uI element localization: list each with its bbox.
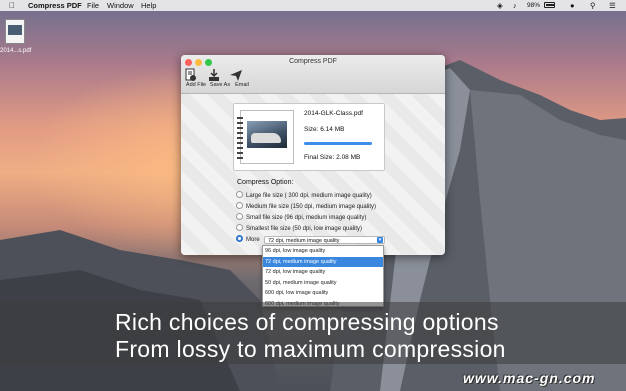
chevron-down-icon: ▾	[377, 237, 383, 243]
binder-spiral-icon	[237, 117, 243, 161]
notification-center-icon[interactable]: ☰	[609, 0, 616, 11]
option-label: Medium file size (150 dpi, medium image …	[246, 204, 377, 210]
add-file-icon	[185, 68, 196, 81]
compression-progress-bar	[304, 142, 372, 145]
dropdown-item-selected[interactable]: 72 dpi, medium image quality	[263, 256, 383, 267]
menu-app-name[interactable]: Compress PDF	[28, 0, 82, 11]
option-large[interactable]: Large file size ( 300 dpi, medium image …	[236, 191, 372, 199]
option-label: Large file size ( 300 dpi, medium image …	[246, 193, 372, 199]
file-name: 2014-GLK-Class.pdf	[304, 110, 363, 117]
compress-pdf-window: Compress PDF Add File Save As Email 2014…	[181, 55, 445, 255]
option-label: More	[246, 237, 260, 243]
pdf-thumbnail	[237, 110, 294, 164]
compress-option-title: Compress Option:	[237, 179, 294, 186]
dropdown-item[interactable]: 600 dpi, low image quality	[263, 288, 383, 299]
option-smallest[interactable]: Smallest file size (50 dpi, low image qu…	[236, 224, 362, 232]
caption-line-1: Rich choices of compressing options	[115, 309, 499, 335]
option-label: Small file size (96 dpi, medium image qu…	[246, 215, 367, 221]
dropdown-item[interactable]: 72 dpi, low image quality	[263, 267, 383, 278]
add-file-label: Add File	[185, 82, 207, 88]
email-button[interactable]: Email	[229, 68, 255, 88]
save-as-icon	[209, 69, 219, 81]
desktop-file-label[interactable]: 2014...s.pdf	[0, 48, 31, 54]
watermark: www.mac-gn.com	[463, 370, 596, 386]
radio-button[interactable]	[236, 202, 243, 209]
radio-button[interactable]	[236, 224, 243, 231]
email-label: Email	[235, 82, 249, 88]
add-file-button[interactable]: Add File	[183, 68, 209, 88]
option-more[interactable]: More	[236, 235, 260, 243]
menu-help[interactable]: Help	[141, 0, 156, 11]
dropdown-item[interactable]: 96 dpi, low image quality	[263, 246, 383, 257]
window-content: 2014-GLK-Class.pdf Size: 6.14 MB Final S…	[181, 94, 445, 255]
more-options-select[interactable]: 72 dpi, medium image quality ▾	[264, 236, 385, 244]
volume-icon[interactable]: ♪	[513, 0, 517, 11]
spotlight-icon[interactable]: ⚲	[590, 0, 596, 11]
file-size: Size: 6.14 MB	[304, 126, 345, 133]
wifi-icon[interactable]: ◈	[497, 0, 503, 11]
menu-bar:  Compress PDF File Window Help ◈ ♪ 98% …	[0, 0, 626, 11]
option-medium[interactable]: Medium file size (150 dpi, medium image …	[236, 202, 376, 210]
final-file-size: Final Size: 2.08 MB	[304, 154, 361, 161]
battery-icon[interactable]	[544, 2, 555, 8]
window-titlebar[interactable]: Compress PDF Add File Save As Email	[181, 55, 445, 94]
desktop-file-icon[interactable]	[5, 19, 25, 44]
file-info-panel: 2014-GLK-Class.pdf Size: 6.14 MB Final S…	[233, 103, 385, 171]
window-title: Compress PDF	[289, 58, 337, 65]
dropdown-item[interactable]: 50 dpi, medium image quality	[263, 278, 383, 289]
radio-button[interactable]	[236, 213, 243, 220]
save-as-label: Save As	[209, 82, 231, 88]
more-options-dropdown: 96 dpi, low image quality 72 dpi, medium…	[262, 245, 384, 307]
caption-line-2: From lossy to maximum compression	[115, 336, 506, 362]
option-small[interactable]: Small file size (96 dpi, medium image qu…	[236, 213, 366, 221]
radio-button[interactable]	[236, 191, 243, 198]
menu-window[interactable]: Window	[107, 0, 134, 11]
option-label: Smallest file size (50 dpi, low image qu…	[246, 226, 363, 232]
apple-icon[interactable]: 	[9, 0, 15, 11]
user-icon[interactable]: ●	[570, 0, 575, 11]
select-value: 72 dpi, medium image quality	[268, 238, 340, 244]
battery-percent: 98%	[527, 2, 541, 9]
radio-button-selected[interactable]	[236, 235, 243, 242]
menu-file[interactable]: File	[87, 0, 99, 11]
email-icon	[230, 70, 242, 81]
